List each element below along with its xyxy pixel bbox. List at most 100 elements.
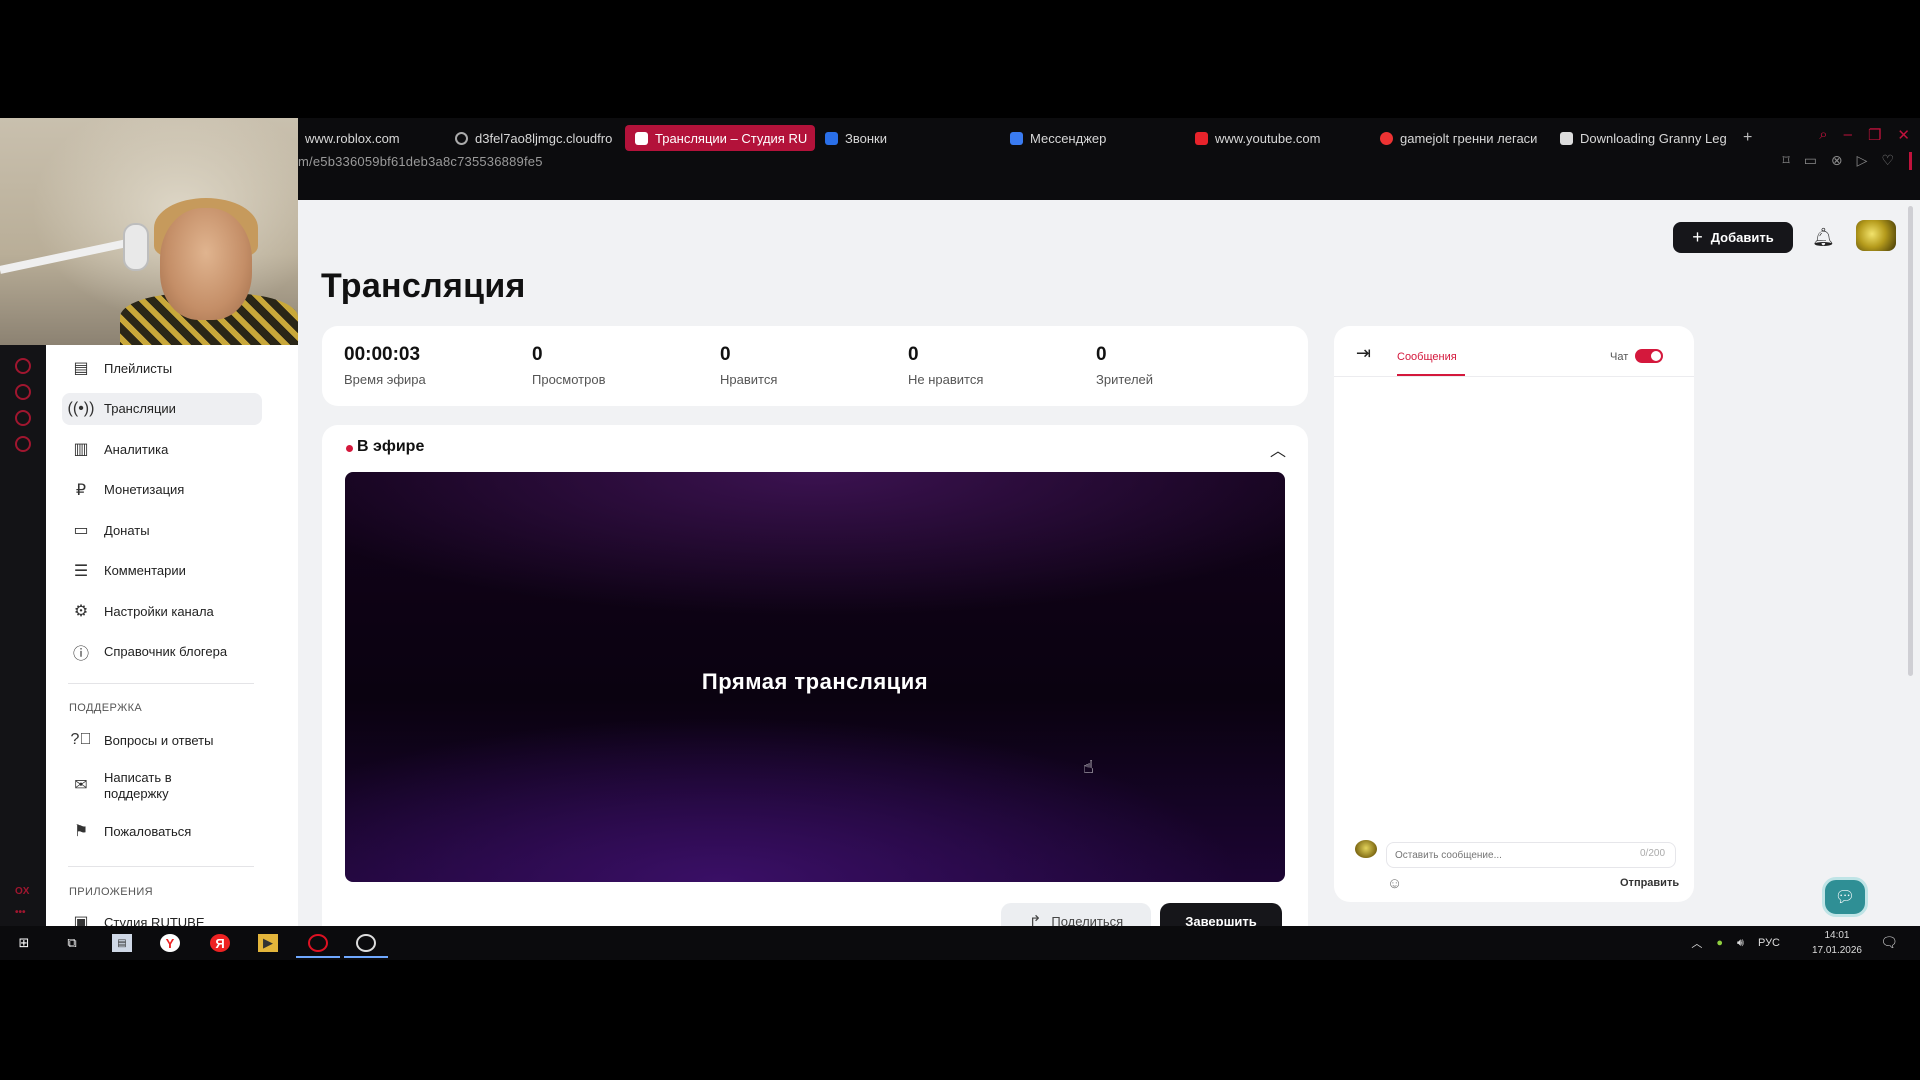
yandex-browser-icon[interactable]: Y (160, 934, 180, 952)
sidebar-item-contact-support[interactable]: ✉ Написать в поддержку (62, 765, 262, 807)
video-player[interactable]: Прямая трансляция ☝ (345, 472, 1285, 882)
stat-dislikes: 0 Не нравится (908, 344, 983, 387)
language-indicator[interactable]: РУС (1758, 937, 1780, 949)
page-title: Трансляция (321, 267, 526, 305)
panel-clock-icon[interactable] (15, 384, 31, 400)
sidebar-item-label: Монетизация (104, 482, 185, 497)
sidebar-item-label: Студия RUTUBE (104, 914, 205, 927)
windows-start-icon[interactable]: ⊞ (14, 934, 34, 952)
page-scrollbar[interactable] (1908, 206, 1913, 676)
window-icon[interactable]: ▭ (1804, 152, 1817, 169)
sidebar-item-broadcasts[interactable]: ((•)) Трансляции (62, 392, 262, 425)
share-button[interactable]: ↱ Поделиться (1001, 903, 1151, 926)
tab-yandex-search[interactable]: gamejolt гренни легаси (1370, 125, 1550, 151)
panel-ox-icon[interactable]: OX (15, 886, 29, 897)
emoji-icon[interactable]: ☺ (1387, 875, 1402, 892)
taskbar-clock[interactable]: 14:01 17.01.2026 (1812, 928, 1862, 958)
chat-message-input[interactable] (1386, 842, 1676, 868)
share-button-label: Поделиться (1051, 913, 1124, 927)
browser-accent-bar (1909, 152, 1912, 170)
panel-more-icon[interactable]: ••• (15, 907, 26, 918)
tab-rutube-studio[interactable]: Трансляции – Студия RU (625, 125, 815, 151)
restore-icon[interactable]: ❐ (1868, 126, 1881, 144)
chat-char-counter: 0/200 (1640, 848, 1666, 859)
chat-user-avatar (1355, 840, 1377, 858)
sidebar-item-report[interactable]: ⚑ Пожаловаться (62, 815, 262, 847)
yandex-icon[interactable]: Я (210, 934, 230, 952)
tab-vk-calls[interactable]: Звонки (815, 125, 1000, 151)
collapse-panel-icon[interactable]: ⇥ (1356, 343, 1371, 364)
browser-toolbar-icons: ⌑ ▭ ⊗ ▷ ♡ (1783, 152, 1895, 169)
tab-label: www.roblox.com (305, 130, 400, 146)
add-button-label: Добавить (1710, 230, 1774, 245)
notifications-icon[interactable]: 🗨︎ (1880, 934, 1898, 951)
rutube-studio-app: ▤ Плейлисты ((•)) Трансляции ▥ Аналитика… (46, 200, 1920, 926)
sidebar-item-playlists[interactable]: ▤ Плейлисты (62, 352, 262, 384)
panel-record-icon[interactable] (15, 358, 31, 374)
sidebar-item-rutube-studio[interactable]: ▣ Студия RUTUBE (62, 906, 262, 926)
tab-label: Звонки (845, 130, 887, 146)
person-face (160, 208, 252, 320)
new-tab-plus-icon[interactable]: + (1735, 129, 1760, 147)
minimize-icon[interactable]: – (1844, 126, 1852, 144)
add-button[interactable]: + Добавить (1673, 222, 1793, 253)
chevron-up-icon[interactable]: ︿ (1691, 935, 1702, 951)
sidebar-item-comments[interactable]: ☰ Комментарии (62, 555, 262, 587)
sidebar-item-channel-settings[interactable]: ⚙ Настройки канала (62, 595, 262, 627)
chat-toggle[interactable] (1635, 349, 1663, 363)
sidebar-item-label: Справочник блогера (104, 644, 228, 659)
tab-granny[interactable]: Downloading Granny Leg (1550, 125, 1735, 151)
tab-youtube[interactable]: www.youtube.com (1185, 125, 1370, 151)
obs-icon[interactable] (356, 934, 376, 952)
favorites-icon[interactable]: ♡ (1881, 152, 1894, 169)
gear-icon: ⚙ (73, 603, 89, 620)
record-app-icon[interactable] (308, 934, 328, 952)
sidebar-item-faq[interactable]: ?⃝ Вопросы и ответы (62, 724, 262, 756)
stat-label: Просмотров (532, 372, 606, 387)
volume-icon[interactable]: 🔊︎ (1737, 937, 1744, 950)
sidebar-section-support: ПОДДЕРЖКА (69, 702, 143, 714)
sidebar-item-analytics[interactable]: ▥ Аналитика (62, 433, 262, 465)
chevron-up-icon[interactable]: ︿ (1270, 437, 1286, 461)
tab-label: www.youtube.com (1215, 130, 1321, 146)
share-icon: ↱ (1028, 913, 1042, 926)
sidebar-item-donations[interactable]: ▭ Донаты (62, 514, 262, 546)
tab-cloudfront[interactable]: d3fel7ao8ljmgc.cloudfro (445, 125, 625, 151)
send-button[interactable]: Отправить (1620, 877, 1679, 889)
ruble-icon: ₽ (75, 481, 87, 499)
task-view-icon[interactable]: ⧉ (62, 934, 82, 952)
address-bar[interactable]: m/e5b336059bf61deb3a8c735536889fe5 (298, 154, 543, 169)
app-icon: ▣ (73, 914, 89, 926)
stat-value: 0 (1096, 344, 1107, 365)
wallet-icon: ▭ (73, 522, 89, 539)
sidebar-item-label: Пожаловаться (104, 823, 192, 839)
pin-icon[interactable]: ⌑ (1783, 152, 1790, 169)
stat-likes: 0 Нравится (720, 344, 777, 387)
tab-messenger[interactable]: Мессенджер (1000, 125, 1185, 151)
stat-viewers: 0 Зрителей (1096, 344, 1153, 387)
panel-chat-icon[interactable] (15, 410, 31, 426)
stat-label: Время эфира (344, 372, 426, 387)
plus-icon: + (1692, 227, 1703, 247)
support-chat-button[interactable]: 💬︎ (1822, 877, 1868, 917)
tab-label: Downloading Granny Leg (1580, 130, 1727, 146)
play-icon[interactable]: ▷ (1857, 152, 1868, 169)
end-stream-button[interactable]: Завершить (1160, 903, 1282, 926)
explorer-icon[interactable]: ▤ (112, 934, 132, 952)
shield-icon[interactable]: ⊗ (1831, 152, 1843, 169)
stat-value: 0 (908, 344, 919, 365)
search-icon[interactable]: ⌕ (1819, 126, 1827, 144)
avatar[interactable] (1856, 220, 1896, 251)
panel-settings-icon[interactable] (15, 436, 31, 452)
close-icon[interactable]: ✕ (1897, 126, 1910, 144)
sidebar-item-monetization[interactable]: ₽ Монетизация (62, 474, 262, 506)
rutube-icon (635, 131, 648, 145)
tray-app-icon[interactable]: ● (1716, 937, 1723, 949)
tab-roblox[interactable]: www.roblox.com (295, 125, 445, 151)
media-player-icon[interactable]: ▶ (258, 934, 278, 952)
sidebar-item-label: Трансляции (104, 401, 176, 416)
yandex-icon (1380, 131, 1393, 145)
bell-icon[interactable]: 🔔︎ (1812, 227, 1835, 248)
sidebar-item-blogger-guide[interactable]: ⓘ Справочник блогера (62, 636, 262, 668)
tab-messages[interactable]: Сообщения (1397, 351, 1457, 363)
